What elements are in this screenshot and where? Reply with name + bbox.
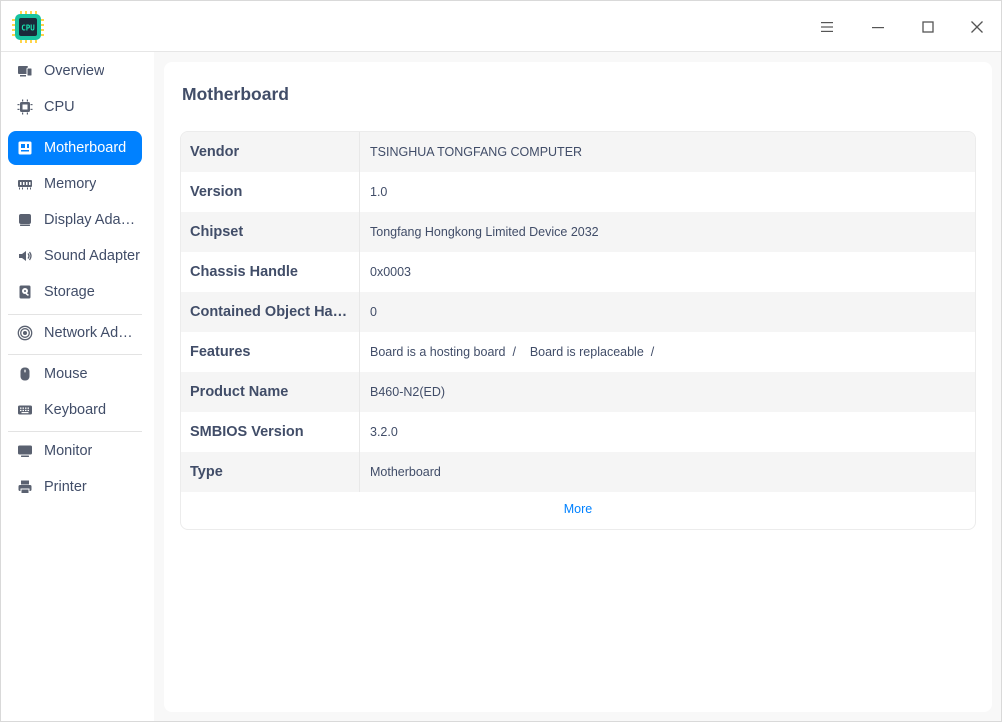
property-value: Motherboard [370, 465, 441, 479]
property-key: Contained Object Handles [181, 292, 360, 332]
property-value: 1.0 [370, 185, 388, 199]
main-menu-button[interactable] [809, 9, 845, 45]
hamburger-menu-icon [821, 22, 833, 32]
properties-table: Vendor TSINGHUA TONGFANG COMPUTER Versio… [180, 131, 976, 530]
sidebar-item-label: Display Adapter [44, 212, 140, 228]
property-value: Board is a hosting board / Board is repl… [370, 345, 655, 359]
table-row: Chipset Tongfang Hongkong Limited Device… [181, 212, 975, 252]
network-icon [17, 325, 33, 341]
app-logo-icon: CPU [12, 11, 44, 43]
sidebar-item-label: Motherboard [44, 140, 127, 156]
minimize-button[interactable] [860, 9, 896, 45]
title-bar: CPU [1, 1, 1001, 52]
sidebar-item-label: Network Adapter [44, 325, 140, 341]
sidebar-item-label: Memory [44, 176, 97, 192]
sidebar-item-label: Monitor [44, 443, 93, 459]
sidebar-item-printer[interactable]: Printer [8, 470, 142, 504]
property-key: Product Name [181, 372, 360, 412]
property-value: 3.2.0 [370, 425, 398, 439]
property-value: 0x0003 [370, 265, 412, 279]
app-window: CPU Overview CPU Motherboard Memory Disp… [0, 0, 1002, 722]
sidebar-divider [8, 354, 142, 355]
sidebar-divider [8, 314, 142, 315]
mouse-icon [17, 366, 33, 382]
sidebar: Overview CPU Motherboard Memory Display … [1, 52, 154, 721]
more-link[interactable]: More [181, 502, 975, 516]
sidebar-item-monitor[interactable]: Monitor [8, 434, 142, 468]
sidebar-item-mouse[interactable]: Mouse [8, 357, 142, 391]
printer-icon [17, 479, 33, 495]
table-row: Product Name B460-N2(ED) [181, 372, 975, 412]
property-key: SMBIOS Version [181, 412, 360, 452]
property-key: Chipset [181, 212, 360, 252]
property-key: Version [181, 172, 360, 212]
display-adapter-icon [17, 212, 33, 228]
table-row: Type Motherboard [181, 452, 975, 492]
minimize-icon [872, 27, 884, 29]
maximize-icon [922, 21, 934, 33]
motherboard-icon [17, 140, 33, 156]
sidebar-item-storage[interactable]: Storage [8, 275, 142, 309]
cpu-icon [17, 99, 33, 115]
sidebar-item-overview[interactable]: Overview [8, 54, 142, 88]
main-content: Motherboard Vendor TSINGHUA TONGFANG COM… [164, 62, 992, 712]
sidebar-item-label: CPU [44, 99, 75, 115]
property-key: Chassis Handle [181, 252, 360, 292]
sidebar-item-label: Overview [44, 63, 105, 79]
sidebar-item-cpu[interactable]: CPU [8, 90, 142, 124]
sidebar-item-sound-adapter[interactable]: Sound Adapter [8, 239, 142, 273]
sidebar-item-motherboard[interactable]: Motherboard [8, 131, 142, 165]
property-value: 0 [370, 305, 377, 319]
storage-icon [17, 284, 33, 300]
sidebar-item-display-adapter[interactable]: Display Adapter [8, 203, 142, 237]
sidebar-item-memory[interactable]: Memory [8, 167, 142, 201]
monitor-icon [17, 443, 33, 459]
table-row: Chassis Handle 0x0003 [181, 252, 975, 292]
table-row: Vendor TSINGHUA TONGFANG COMPUTER [181, 132, 975, 172]
property-key: Type [181, 452, 360, 492]
memory-icon [17, 176, 33, 192]
sidebar-item-label: Keyboard [44, 402, 107, 418]
sidebar-item-network-adapter[interactable]: Network Adapter [8, 316, 142, 350]
sidebar-item-label: Printer [44, 479, 87, 495]
sidebar-divider [8, 431, 142, 432]
table-row: SMBIOS Version 3.2.0 [181, 412, 975, 452]
property-value: B460-N2(ED) [370, 385, 446, 399]
close-button[interactable] [959, 9, 995, 45]
sidebar-item-label: Sound Adapter [44, 248, 140, 264]
close-icon [971, 21, 983, 33]
property-key: Features [181, 332, 360, 372]
property-key: Vendor [181, 132, 360, 172]
property-value: TSINGHUA TONGFANG COMPUTER [370, 145, 583, 159]
property-value: Tongfang Hongkong Limited Device 2032 [370, 225, 599, 239]
sidebar-item-keyboard[interactable]: Keyboard [8, 393, 142, 427]
maximize-button[interactable] [910, 9, 946, 45]
table-row: Features Board is a hosting board / Boar… [181, 332, 975, 372]
sidebar-item-label: Mouse [44, 366, 88, 382]
keyboard-icon [17, 402, 33, 418]
table-row: Version 1.0 [181, 172, 975, 212]
table-row: Contained Object Handles 0 [181, 292, 975, 332]
sound-icon [17, 248, 33, 264]
app-logo-text: CPU [21, 24, 35, 33]
sidebar-item-label: Storage [44, 284, 95, 300]
overview-icon [17, 63, 33, 79]
page-title: Motherboard [182, 84, 289, 104]
